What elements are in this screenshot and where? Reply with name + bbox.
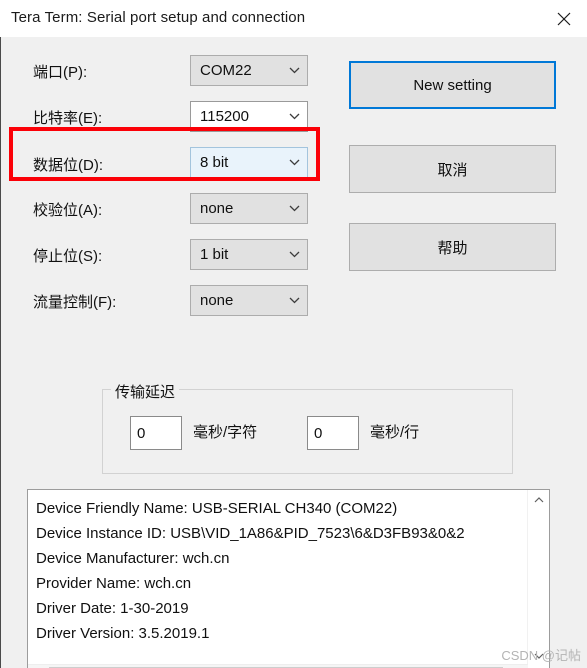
label-baud-rate: 比特率(E): <box>33 110 103 127</box>
device-info-line: Provider Name: wch.cn <box>36 575 192 592</box>
device-info-line: Device Friendly Name: USB-SERIAL CH340 (… <box>36 500 398 517</box>
chevron-down-icon <box>281 113 307 120</box>
horizontal-scrollbar[interactable] <box>28 664 528 668</box>
device-info-line: Device Instance ID: USB\VID_1A86&PID_752… <box>36 525 465 542</box>
window-titlebar: Tera Term: Serial port setup and connect… <box>0 0 587 38</box>
device-info-line: Driver Date: 1-30-2019 <box>36 600 189 617</box>
chevron-down-icon <box>281 67 307 74</box>
device-info-line: Driver Version: 3.5.2019.1 <box>36 625 210 642</box>
combo-parity[interactable]: none <box>190 193 308 224</box>
combo-flow-control[interactable]: none <box>190 285 308 316</box>
device-info-panel: Device Friendly Name: USB-SERIAL CH340 (… <box>27 489 550 668</box>
delay-per-char-unit: 毫秒/字符 <box>193 424 258 441</box>
device-info-line: Device Manufacturer: wch.cn <box>36 550 230 567</box>
label-stop-bits: 停止位(S): <box>33 248 103 265</box>
combo-parity-value: none <box>200 200 234 217</box>
label-port: 端口(P): <box>33 64 88 81</box>
chevron-down-icon <box>281 251 307 258</box>
new-setting-button[interactable]: New setting <box>349 61 556 109</box>
combo-data-bits[interactable]: 8 bit <box>190 147 308 178</box>
delay-per-line-input[interactable] <box>307 416 359 450</box>
scroll-up-icon[interactable] <box>528 490 549 509</box>
scroll-down-icon[interactable] <box>528 646 549 665</box>
cancel-button[interactable]: 取消 <box>349 145 556 193</box>
device-info-text: Device Friendly Name: USB-SERIAL CH340 (… <box>28 490 528 665</box>
tera-term-serial-setup-window: Tera Term: Serial port setup and connect… <box>0 0 587 668</box>
chevron-down-icon <box>281 159 307 166</box>
combo-baud-rate-value: 115200 <box>200 108 249 125</box>
chevron-down-icon <box>281 297 307 304</box>
combo-flow-control-value: none <box>200 292 234 309</box>
help-button[interactable]: 帮助 <box>349 223 556 271</box>
chevron-down-icon <box>281 205 307 212</box>
combo-port-value: COM22 <box>200 62 252 79</box>
delay-per-line-unit: 毫秒/行 <box>370 424 420 441</box>
combo-stop-bits[interactable]: 1 bit <box>190 239 308 270</box>
combo-port[interactable]: COM22 <box>190 55 308 86</box>
dialog-body: 端口(P): 比特率(E): 数据位(D): 校验位(A): 停止位(S): 流… <box>0 37 587 668</box>
combo-stop-bits-value: 1 bit <box>200 246 229 263</box>
close-icon <box>557 12 571 26</box>
combo-baud-rate[interactable]: 115200 <box>190 101 308 132</box>
combo-data-bits-value: 8 bit <box>200 154 229 171</box>
label-parity: 校验位(A): <box>33 202 103 219</box>
transmit-delay-group-title: 传输延迟 <box>111 381 180 402</box>
label-flow-control: 流量控制(F): <box>33 294 117 311</box>
window-title: Tera Term: Serial port setup and connect… <box>11 9 306 26</box>
vertical-scrollbar[interactable] <box>527 490 549 665</box>
close-button[interactable] <box>541 0 587 37</box>
label-data-bits: 数据位(D): <box>33 157 103 174</box>
delay-per-char-input[interactable] <box>130 416 182 450</box>
